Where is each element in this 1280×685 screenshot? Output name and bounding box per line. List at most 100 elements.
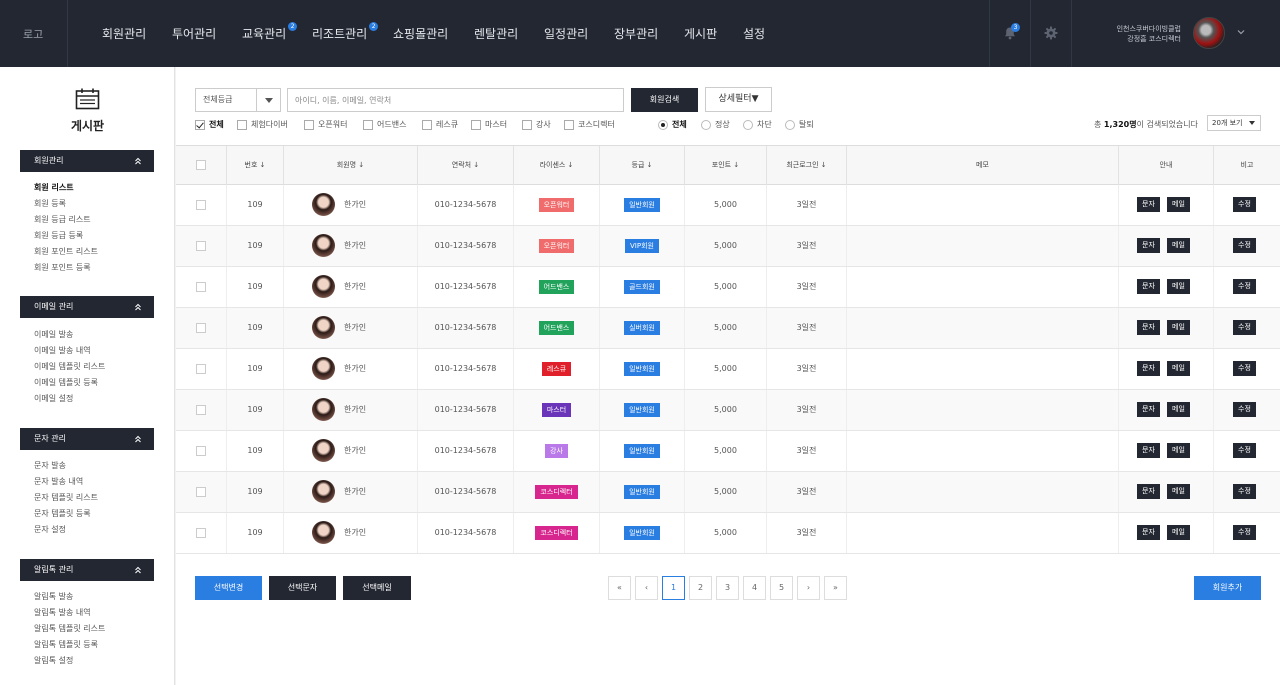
change-selected-button[interactable]: 선택변경 — [195, 576, 262, 600]
mail-button[interactable]: 메일 — [1167, 361, 1190, 376]
nav-item-schedule[interactable]: 일정관리 — [544, 25, 588, 42]
member-name[interactable]: 한가인 — [344, 431, 366, 471]
sidebar-section-sms[interactable]: 문자 관리 — [20, 428, 154, 450]
notification-button[interactable]: 3 — [1003, 23, 1020, 40]
sidebar-item-alimtalk-settings[interactable]: 알림톡 설정 — [34, 655, 73, 666]
add-member-button[interactable]: 회원추가 — [1194, 576, 1261, 600]
sidebar-item-email-template-register[interactable]: 이메일 템플릿 등록 — [34, 377, 98, 388]
chevron-down-icon[interactable] — [1237, 28, 1245, 36]
avatar[interactable] — [1193, 17, 1225, 49]
checkbox-license-course-director[interactable] — [564, 120, 574, 130]
row-checkbox[interactable] — [196, 241, 206, 251]
member-name[interactable]: 한가인 — [344, 472, 366, 512]
pagination-page-3[interactable]: 3 — [716, 576, 739, 600]
pagination-page-1[interactable]: 1 — [662, 576, 685, 600]
checkbox-license-trial[interactable] — [237, 120, 247, 130]
member-name[interactable]: 한가인 — [344, 267, 366, 307]
sidebar-item-email-template-list[interactable]: 이메일 템플릿 리스트 — [34, 361, 105, 372]
mail-button[interactable]: 메일 — [1167, 484, 1190, 499]
pagination-page-2[interactable]: 2 — [689, 576, 712, 600]
radio-status-blocked[interactable] — [743, 120, 753, 130]
member-name[interactable]: 한가인 — [344, 308, 366, 348]
radio-status-all[interactable] — [658, 120, 668, 130]
member-name[interactable]: 한가인 — [344, 226, 366, 266]
pagination-first-button[interactable]: « — [608, 576, 631, 600]
row-checkbox[interactable] — [196, 323, 206, 333]
edit-button[interactable]: 수정 — [1233, 525, 1256, 540]
search-input[interactable] — [287, 88, 624, 112]
sidebar-item-point-register[interactable]: 회원 포인트 등록 — [34, 262, 91, 273]
sms-button[interactable]: 문자 — [1137, 484, 1160, 499]
sidebar-item-alimtalk-send[interactable]: 알림톡 발송 — [34, 591, 73, 602]
nav-item-board[interactable]: 게시판 — [684, 25, 717, 42]
row-checkbox[interactable] — [196, 200, 206, 210]
edit-button[interactable]: 수정 — [1233, 361, 1256, 376]
column-header-last-login[interactable]: 최근로그인 ↓ — [767, 146, 847, 185]
sidebar-item-member-register[interactable]: 회원 등록 — [34, 198, 66, 209]
edit-button[interactable]: 수정 — [1233, 402, 1256, 417]
checkbox-license-openwater[interactable] — [304, 120, 314, 130]
row-checkbox[interactable] — [196, 487, 206, 497]
sidebar-item-sms-template-list[interactable]: 문자 템플릿 리스트 — [34, 492, 98, 503]
sidebar-item-point-list[interactable]: 회원 포인트 리스트 — [34, 246, 98, 257]
sidebar-item-sms-send[interactable]: 문자 발송 — [34, 460, 66, 471]
detail-filter-button[interactable]: 상세필터▼ — [705, 87, 772, 112]
sidebar-section-members[interactable]: 회원관리 — [20, 150, 154, 172]
sidebar-item-sms-template-register[interactable]: 문자 템플릿 등록 — [34, 508, 91, 519]
edit-button[interactable]: 수정 — [1233, 238, 1256, 253]
checkbox-select-all[interactable] — [196, 160, 206, 170]
mail-button[interactable]: 메일 — [1167, 402, 1190, 417]
row-checkbox[interactable] — [196, 282, 206, 292]
column-header-grade[interactable]: 등급 ↓ — [600, 146, 685, 185]
sms-button[interactable]: 문자 — [1137, 443, 1160, 458]
member-name[interactable]: 한가인 — [344, 513, 366, 553]
mail-selected-button[interactable]: 선택메일 — [343, 576, 411, 600]
sidebar-item-alimtalk-template-register[interactable]: 알림톡 템플릿 등록 — [34, 639, 98, 650]
grade-select[interactable]: 전체등급 — [195, 88, 281, 112]
pagination-page-4[interactable]: 4 — [743, 576, 766, 600]
column-header-points[interactable]: 포인트 ↓ — [685, 146, 767, 185]
column-header-number[interactable]: 번호 ↓ — [227, 146, 284, 185]
sidebar-item-sms-history[interactable]: 문자 발송 내역 — [34, 476, 83, 487]
row-checkbox[interactable] — [196, 528, 206, 538]
column-header-phone[interactable]: 연락처 ↓ — [418, 146, 514, 185]
nav-item-members[interactable]: 회원관리 — [102, 25, 146, 42]
nav-item-ledger[interactable]: 장부관리 — [614, 25, 658, 42]
checkbox-license-instructor[interactable] — [522, 120, 532, 130]
mail-button[interactable]: 메일 — [1167, 197, 1190, 212]
nav-item-shop[interactable]: 쇼핑몰관리 — [393, 25, 448, 42]
checkbox-license-all[interactable] — [195, 120, 205, 130]
sms-button[interactable]: 문자 — [1137, 197, 1160, 212]
sidebar-section-email[interactable]: 이메일 관리 — [20, 296, 154, 318]
nav-item-resorts[interactable]: 리조트관리 2 — [312, 22, 379, 42]
member-name[interactable]: 한가인 — [344, 390, 366, 430]
sidebar-item-sms-settings[interactable]: 문자 설정 — [34, 524, 66, 535]
nav-item-settings[interactable]: 설정 — [743, 25, 765, 42]
row-checkbox[interactable] — [196, 446, 206, 456]
nav-item-rental[interactable]: 렌탈관리 — [474, 25, 518, 42]
pagination-last-button[interactable]: » — [824, 576, 847, 600]
checkbox-license-advance[interactable] — [363, 120, 373, 130]
sidebar-item-alimtalk-template-list[interactable]: 알림톡 템플릿 리스트 — [34, 623, 105, 634]
edit-button[interactable]: 수정 — [1233, 279, 1256, 294]
checkbox-license-master[interactable] — [471, 120, 481, 130]
sms-button[interactable]: 문자 — [1137, 238, 1160, 253]
sms-button[interactable]: 문자 — [1137, 279, 1160, 294]
sms-selected-button[interactable]: 선택문자 — [269, 576, 336, 600]
edit-button[interactable]: 수정 — [1233, 443, 1256, 458]
profile-info[interactable]: 인천스쿠버다이빙클럽 강정흠 코스디렉터 — [1095, 24, 1181, 44]
edit-button[interactable]: 수정 — [1233, 197, 1256, 212]
member-name[interactable]: 한가인 — [344, 185, 366, 225]
logo[interactable]: 로고 — [23, 26, 43, 42]
pagination-page-5[interactable]: 5 — [770, 576, 793, 600]
sidebar-item-member-list[interactable]: 회원 리스트 — [34, 182, 74, 193]
pagination-next-button[interactable]: › — [797, 576, 820, 600]
sms-button[interactable]: 문자 — [1137, 361, 1160, 376]
sms-button[interactable]: 문자 — [1137, 525, 1160, 540]
checkbox-license-rescue[interactable] — [422, 120, 432, 130]
column-header-name[interactable]: 회원명 ↓ — [284, 146, 418, 185]
edit-button[interactable]: 수정 — [1233, 484, 1256, 499]
mail-button[interactable]: 메일 — [1167, 238, 1190, 253]
settings-button[interactable] — [1044, 26, 1058, 40]
radio-status-withdrawn[interactable] — [785, 120, 795, 130]
